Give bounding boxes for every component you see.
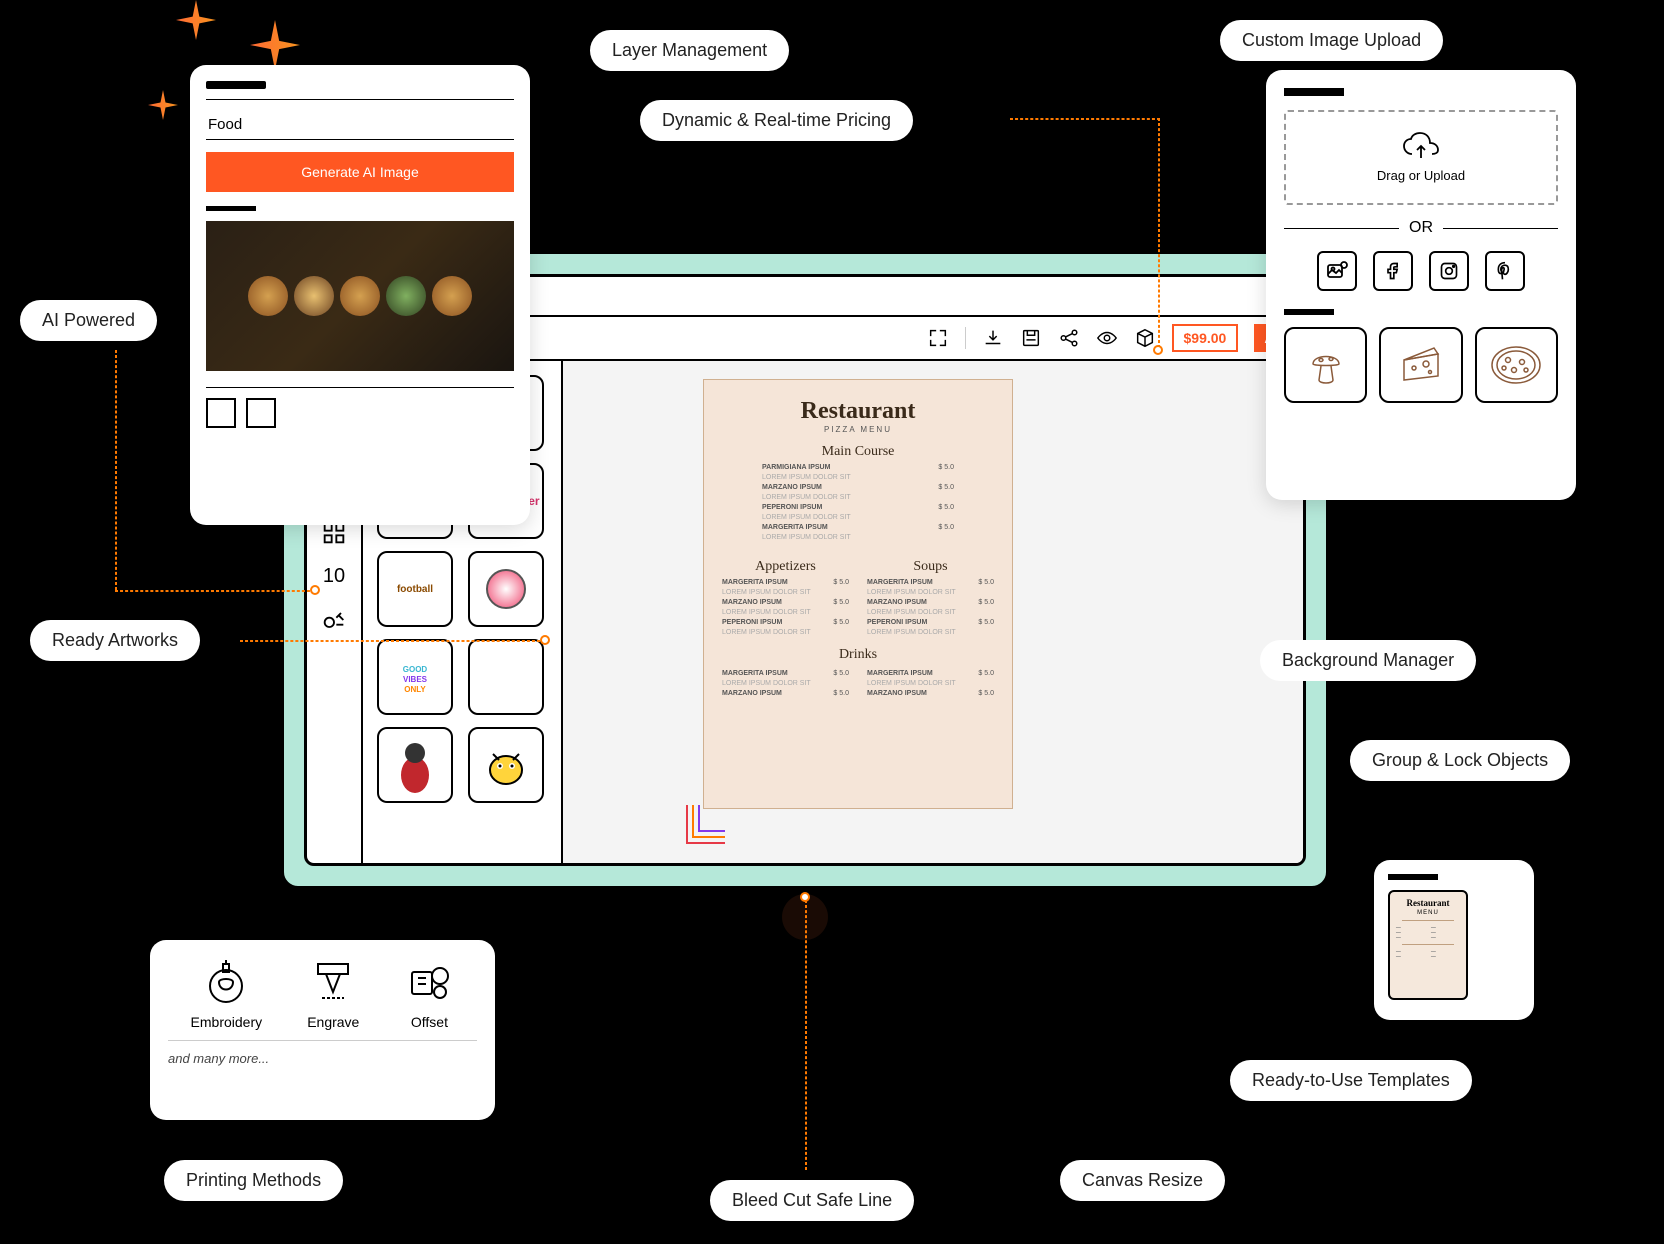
sparkle-icon: [250, 20, 300, 70]
menu-section: Main Course: [722, 444, 994, 460]
menu-design[interactable]: Restaurant PIZZA MENU Main Course PARMIG…: [703, 379, 1013, 809]
sparkle-icon: [176, 0, 216, 40]
artwork-tile[interactable]: [468, 727, 544, 803]
or-label: OR: [1409, 219, 1433, 237]
canvas-area[interactable]: Restaurant PIZZA MENU Main Course PARMIG…: [563, 361, 1303, 863]
side-number[interactable]: 10: [323, 565, 345, 588]
box-icon[interactable]: [1134, 327, 1156, 349]
menu-section: Appetizers: [722, 559, 849, 575]
gallery-icon[interactable]: [1317, 251, 1357, 291]
upload-panel: Drag or Upload OR: [1266, 70, 1576, 500]
pill-canvas-resize: Canvas Resize: [1060, 1160, 1225, 1201]
pill-ai-powered: AI Powered: [20, 300, 157, 341]
ai-panel: Generate AI Image: [190, 65, 530, 525]
ingredient-mushroom[interactable]: [1284, 327, 1367, 403]
printing-panel: Embroidery Engrave Offset and many more.…: [150, 940, 495, 1120]
menu-subtitle: PIZZA MENU: [722, 425, 994, 434]
pill-custom-upload: Custom Image Upload: [1220, 20, 1443, 61]
pill-bleed-cut: Bleed Cut Safe Line: [710, 1180, 914, 1221]
price-button[interactable]: $99.00: [1172, 324, 1239, 352]
artwork-tile[interactable]: [377, 727, 453, 803]
menu-section: Drinks: [722, 647, 994, 663]
pill-group-lock: Group & Lock Objects: [1350, 740, 1570, 781]
ai-generated-image[interactable]: [206, 221, 514, 371]
generate-ai-button[interactable]: Generate AI Image: [206, 152, 514, 192]
sparkle-icon: [148, 90, 178, 120]
artwork-tile[interactable]: [468, 551, 544, 627]
embroidery-icon: [201, 958, 251, 1008]
printing-more: and many more...: [168, 1051, 477, 1066]
ingredient-pizza[interactable]: [1475, 327, 1558, 403]
pill-background-manager: Background Manager: [1260, 640, 1476, 681]
print-label: Engrave: [307, 1014, 359, 1030]
svg-text:ONLY: ONLY: [404, 685, 426, 694]
share-icon[interactable]: [1058, 327, 1080, 349]
ingredient-cheese[interactable]: [1379, 327, 1462, 403]
template-thumbnail[interactable]: Restaurant MENU ━━━━━━━━━━━━ ━━━━━━━━: [1388, 890, 1468, 1000]
option-box[interactable]: [246, 398, 276, 428]
menu-section: Soups: [867, 559, 994, 575]
offset-icon: [404, 958, 454, 1008]
pill-layer-management: Layer Management: [590, 30, 789, 71]
preview-icon[interactable]: [1096, 327, 1118, 349]
print-label: Embroidery: [191, 1014, 263, 1030]
cloud-upload-icon: [1402, 132, 1440, 162]
pill-ready-artworks: Ready Artworks: [30, 620, 200, 661]
facebook-icon[interactable]: [1373, 251, 1413, 291]
pill-ready-templates: Ready-to-Use Templates: [1230, 1060, 1472, 1101]
upload-dropzone[interactable]: Drag or Upload: [1284, 110, 1558, 205]
ai-prompt-input[interactable]: [206, 110, 514, 140]
svg-text:VIBES: VIBES: [403, 675, 428, 684]
bleed-corner-icon: [685, 805, 725, 845]
print-label: Offset: [411, 1014, 448, 1030]
option-box[interactable]: [206, 398, 236, 428]
expand-icon[interactable]: [927, 327, 949, 349]
artwork-tile[interactable]: [468, 639, 544, 715]
template-panel: Restaurant MENU ━━━━━━━━━━━━ ━━━━━━━━: [1374, 860, 1534, 1020]
ingredients-icon[interactable]: [320, 606, 348, 634]
pinterest-icon[interactable]: [1485, 251, 1525, 291]
menu-title: Restaurant: [722, 398, 994, 425]
download-icon[interactable]: [982, 327, 1004, 349]
artwork-tile[interactable]: football: [377, 551, 453, 627]
engrave-icon: [308, 958, 358, 1008]
artwork-tile[interactable]: GOODVIBESONLY: [377, 639, 453, 715]
pill-dynamic-pricing: Dynamic & Real-time Pricing: [640, 100, 913, 141]
dropzone-label: Drag or Upload: [1377, 168, 1465, 183]
pill-printing-methods: Printing Methods: [164, 1160, 343, 1201]
svg-text:GOOD: GOOD: [403, 665, 428, 674]
instagram-icon[interactable]: [1429, 251, 1469, 291]
save-icon[interactable]: [1020, 327, 1042, 349]
